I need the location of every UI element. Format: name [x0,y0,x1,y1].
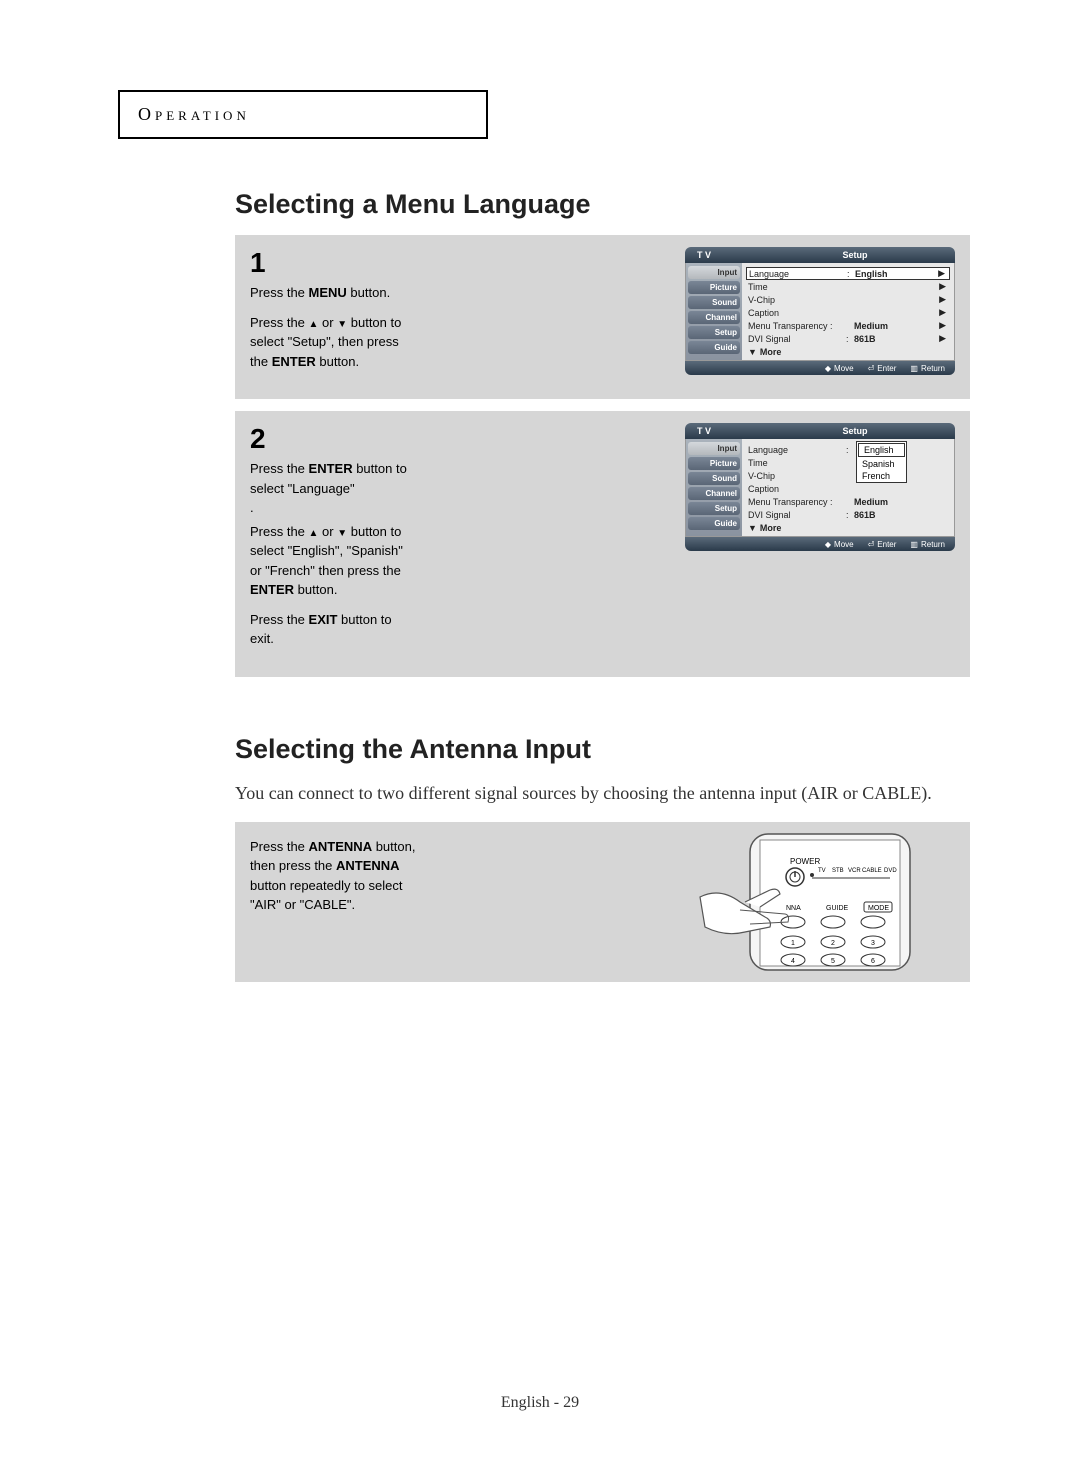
svg-text:4: 4 [791,958,795,965]
triangle-down-icon [337,315,347,330]
osd-row-vchip: V-Chip▶ [748,293,948,306]
svg-text:TV: TV [818,868,826,874]
chevron-right-icon: ▶ [939,307,948,318]
osd-row-language: Language: [748,443,948,456]
triangle-up-icon [309,524,319,539]
osd-side-input: Input [688,266,740,279]
remote-power-label: POWER [790,857,820,866]
page-footer: English - 29 [0,1394,1080,1412]
chevron-right-icon: ▶ [939,294,948,305]
osd-tv-label: T V [685,426,755,436]
osd-side-guide: Guide [688,341,740,354]
step-1-text: Press the MENU button. Press the or butt… [250,283,415,371]
osd-side-setup: Setup [688,502,740,515]
step-1-block: 1 Press the MENU button. Press the or bu… [235,235,970,399]
svg-text:STB: STB [832,868,844,874]
section-header-box: Operation [118,90,488,139]
osd-footer-move: ◆ Move [825,364,854,373]
antenna-instruction-text: Press the ANTENNA button, then press the… [250,837,420,915]
osd-row-caption: Caption▶ [748,306,948,319]
osd-side-guide: Guide [688,517,740,530]
osd-row-time: Time [748,456,948,469]
chevron-right-icon: ▶ [939,333,948,344]
osd-sidebar: Input Picture Sound Channel Setup Guide [686,439,742,536]
svg-text:CABLE: CABLE [862,868,882,874]
osd-side-channel: Channel [688,487,740,500]
chevron-right-icon: ▶ [938,268,947,279]
svg-text:3: 3 [871,940,875,947]
osd-screenshot-2: T V Setup Input Picture Sound Channel Se… [685,423,955,551]
step-2-text: Press the ENTER button to select "Langua… [250,459,415,649]
lang-french: French [857,470,906,482]
language-dropdown: English Spanish French [856,441,907,483]
osd-screenshot-1: T V Setup Input Picture Sound Channel Se… [685,247,955,375]
triangle-down-icon [337,524,347,539]
osd-side-channel: Channel [688,311,740,324]
osd-side-setup: Setup [688,326,740,339]
svg-text:6: 6 [871,958,875,965]
triangle-down-icon: ▼ [748,347,757,357]
osd-setup-label: Setup [755,426,955,436]
osd-row-more: ▼More [748,345,948,358]
osd-side-sound: Sound [688,296,740,309]
svg-text:VCR: VCR [848,868,861,874]
step-2-block: 2 Press the ENTER button to select "Lang… [235,411,970,677]
osd-row-time: Time▶ [748,280,948,293]
osd-row-transparency: Menu Transparency :Medium▶ [748,319,948,332]
heading-antenna-input: Selecting the Antenna Input [235,734,970,765]
osd-footer-enter: ⏎ Enter [868,540,897,549]
heading-menu-language: Selecting a Menu Language [235,189,970,220]
osd-row-transparency: Menu Transparency :Medium [748,495,948,508]
svg-text:GUIDE: GUIDE [826,905,849,912]
osd-footer-enter: ⏎ Enter [868,364,897,373]
lang-english: English [858,443,905,457]
osd-main-panel: Language: Time V-Chip Caption Menu Trans… [742,439,954,536]
osd-tv-label: T V [685,250,755,260]
svg-text:DVD: DVD [884,868,897,874]
svg-text:NNA: NNA [786,905,801,912]
osd-footer-return: ▥ Return [910,364,945,373]
svg-text:2: 2 [831,940,835,947]
svg-text:5: 5 [831,958,835,965]
osd-side-sound: Sound [688,472,740,485]
osd-row-dvi: DVI Signal:861B [748,508,948,521]
triangle-down-icon: ▼ [748,523,757,533]
osd-footer-return: ▥ Return [910,540,945,549]
osd-row-vchip: V-Chip [748,469,948,482]
osd-footer-move: ◆ Move [825,540,854,549]
chevron-right-icon: ▶ [939,281,948,292]
remote-illustration: POWER TV STB VCR CABLE DVD NNA GUIDE MOD… [690,832,940,972]
triangle-up-icon [309,315,319,330]
lang-spanish: Spanish [857,458,906,470]
osd-side-picture: Picture [688,281,740,294]
osd-setup-label: Setup [755,250,955,260]
antenna-remote-block: Press the ANTENNA button, then press the… [235,822,970,982]
osd-footer: ◆ Move ⏎ Enter ▥ Return [685,361,955,375]
osd-footer: ◆ Move ⏎ Enter ▥ Return [685,537,955,551]
osd-row-dvi: DVI Signal:861B▶ [748,332,948,345]
svg-text:1: 1 [791,940,795,947]
svg-text:MODE: MODE [868,905,889,912]
osd-sidebar: Input Picture Sound Channel Setup Guide [686,263,742,360]
osd-side-picture: Picture [688,457,740,470]
osd-row-language: Language:English▶ [746,267,950,280]
antenna-body-text: You can connect to two different signal … [235,780,970,807]
chevron-right-icon: ▶ [939,320,948,331]
section-header: Operation [138,104,250,124]
osd-row-caption: Caption [748,482,948,495]
osd-row-more: ▼More [748,521,948,534]
osd-main-panel: Language:English▶ Time▶ V-Chip▶ Caption▶… [742,263,954,360]
osd-side-input: Input [688,442,740,455]
